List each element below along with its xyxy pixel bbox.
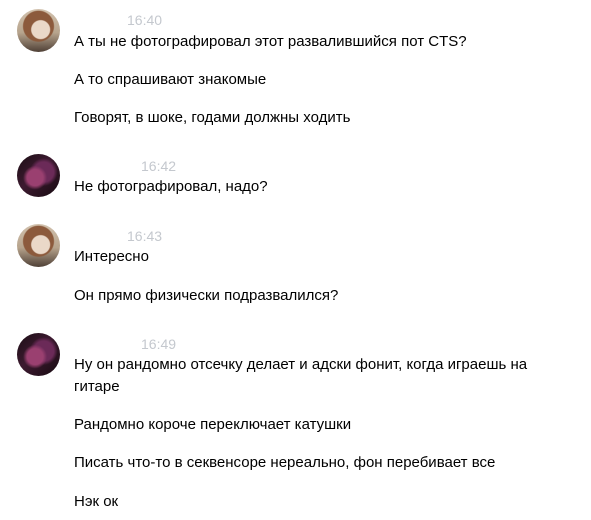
message-text: Говорят, в шоке, годами должны ходить — [74, 109, 351, 126]
avatar[interactable] — [17, 9, 60, 52]
avatar[interactable] — [17, 154, 60, 197]
message-text: Писать что-то в секвенсоре нереально, фо… — [74, 454, 496, 471]
message-text: А то спрашивают знакомые — [74, 71, 267, 88]
message-text: Рандомно короче переключает катушки — [74, 416, 352, 433]
message-text: Ну он рандомно отсечку делает и адски фо… — [74, 356, 528, 395]
message-time: 16:43 — [127, 228, 163, 244]
message-time: 16:49 — [141, 336, 177, 352]
message-text: Нэк ок — [74, 493, 119, 510]
message-time: 16:42 — [141, 158, 177, 174]
message-text: Он прямо физически подразвалился? — [74, 287, 339, 304]
message-text: Не фотографировал, надо? — [74, 178, 268, 195]
avatar[interactable] — [17, 333, 60, 376]
chat-history: 16:40 А ты не фотографировал этот развал… — [0, 0, 591, 520]
message-time: 16:40 — [127, 12, 163, 28]
avatar[interactable] — [17, 224, 60, 267]
message-text: А ты не фотографировал этот развалившийс… — [74, 33, 467, 50]
message-text: Интересно — [74, 248, 149, 265]
